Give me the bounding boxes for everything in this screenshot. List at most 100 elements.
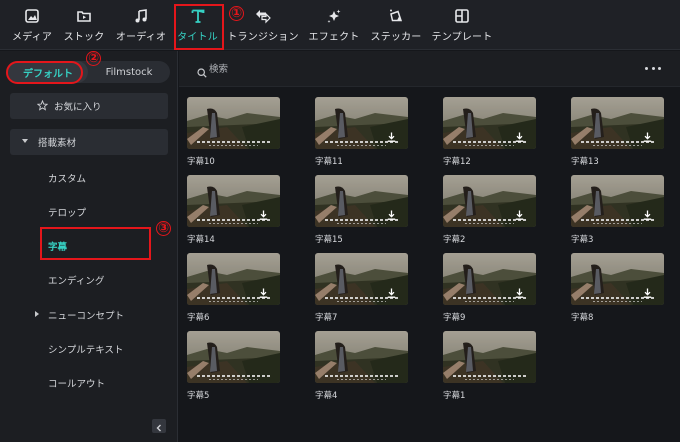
download-icon[interactable] <box>387 283 396 302</box>
title-card[interactable]: 字幕15 <box>315 175 408 245</box>
sidebar-item-favorites[interactable]: お気に入り <box>10 93 168 119</box>
title-card-label: 字幕2 <box>443 235 466 245</box>
title-card[interactable]: 字幕14 <box>187 175 280 245</box>
title-thumbnail <box>187 97 280 149</box>
caption-line <box>337 379 386 380</box>
title-card[interactable]: 字幕7 <box>315 253 408 323</box>
title-thumbnail <box>443 97 536 149</box>
title-card-label: 字幕14 <box>187 235 215 245</box>
caption-line <box>197 141 270 143</box>
star-icon <box>36 99 49 114</box>
download-icon[interactable] <box>387 205 396 224</box>
title-card-label: 字幕5 <box>187 391 210 401</box>
title-card[interactable]: 字幕4 <box>315 331 408 401</box>
caption-line <box>209 145 258 146</box>
tool-media[interactable]: メディア <box>5 0 59 50</box>
caret-right-icon <box>35 311 39 317</box>
title-card[interactable]: 字幕6 <box>187 253 280 323</box>
sidebar-group-builtin[interactable]: 搭載素材 <box>10 129 168 155</box>
download-icon[interactable] <box>643 283 652 302</box>
tool-label: エフェクト <box>308 31 360 43</box>
title-card-label: 字幕7 <box>315 313 338 323</box>
search-input[interactable] <box>209 59 509 79</box>
title-thumbnail <box>187 253 280 305</box>
title-card[interactable]: 字幕13 <box>571 97 664 167</box>
sticker-icon <box>388 8 404 28</box>
download-icon[interactable] <box>259 205 268 224</box>
download-icon[interactable] <box>259 283 268 302</box>
title-card[interactable]: 字幕5 <box>187 331 280 401</box>
title-card-label: 字幕10 <box>187 157 215 167</box>
sidebar-item-subtitles[interactable]: 字幕 <box>48 239 67 253</box>
title-thumbnail <box>187 331 280 383</box>
title-card-label: 字幕8 <box>571 313 594 323</box>
tool-label: タイトル <box>177 31 218 43</box>
content-panel: 字幕10 字幕11 字幕12 字幕13 字幕14 字幕15 字幕2 字幕3 字幕6 字幕7 字幕9 字… <box>179 51 680 442</box>
download-icon[interactable] <box>515 283 524 302</box>
caption-line <box>325 375 398 377</box>
title-card[interactable]: 字幕8 <box>571 253 664 323</box>
title-card[interactable]: 字幕3 <box>571 175 664 245</box>
caption-line <box>337 301 386 302</box>
title-thumbnail <box>443 331 536 383</box>
tool-effect[interactable]: エフェクト <box>306 0 362 50</box>
caption-line <box>593 145 642 146</box>
media-icon <box>24 8 40 28</box>
title-card-label: 字幕9 <box>443 313 466 323</box>
download-icon[interactable] <box>643 127 652 146</box>
tool-label: トランジション <box>227 31 299 43</box>
title-card-label: 字幕6 <box>187 313 210 323</box>
caption-line <box>209 379 258 380</box>
download-icon[interactable] <box>515 127 524 146</box>
dot-icon <box>651 66 655 70</box>
tool-stock[interactable]: ストック <box>60 0 108 50</box>
title-card[interactable]: 字幕12 <box>443 97 536 167</box>
stock-icon <box>76 8 92 28</box>
tool-sticker[interactable]: ステッカー <box>368 0 424 50</box>
sidebar-item-new-concept[interactable]: ニューコンセプト <box>35 308 125 322</box>
download-icon[interactable] <box>387 127 396 146</box>
title-thumbnail <box>315 253 408 305</box>
caption-line <box>209 223 258 224</box>
tab-default[interactable]: デフォルト <box>8 61 88 83</box>
new-concept-label: ニューコンセプト <box>48 311 125 322</box>
title-thumbnail <box>443 253 536 305</box>
title-card[interactable]: 字幕11 <box>315 97 408 167</box>
title-card-label: 字幕3 <box>571 235 594 245</box>
download-icon[interactable] <box>515 205 524 224</box>
more-options-button[interactable] <box>645 63 661 73</box>
tool-label: オーディオ <box>115 31 167 43</box>
caret-down-icon <box>22 139 28 143</box>
download-icon[interactable] <box>643 205 652 224</box>
title-card[interactable]: 字幕9 <box>443 253 536 323</box>
title-thumbnail <box>571 175 664 227</box>
title-card-label: 字幕4 <box>315 391 338 401</box>
title-card[interactable]: 字幕2 <box>443 175 536 245</box>
caption-line <box>453 375 526 377</box>
sidebar-item-custom[interactable]: カスタム <box>48 171 86 185</box>
tool-title[interactable]: タイトル <box>174 0 221 50</box>
search-icon <box>197 63 207 82</box>
annotation-number-3: ③ <box>156 221 171 236</box>
sidebar: デフォルト Filmstock お気に入り 搭載素材 カスタム テロップ 字幕 … <box>0 51 178 442</box>
collapse-sidebar-button[interactable] <box>152 419 166 433</box>
title-card-label: 字幕13 <box>571 157 599 167</box>
title-card-label: 字幕11 <box>315 157 343 167</box>
sidebar-item-telop[interactable]: テロップ <box>48 205 86 219</box>
tool-template[interactable]: テンプレート <box>429 0 495 50</box>
tool-audio[interactable]: オーディオ <box>113 0 169 50</box>
sidebar-item-ending[interactable]: エンディング <box>48 273 104 287</box>
sidebar-item-simple-text[interactable]: シンプルテキスト <box>48 342 123 356</box>
title-card-label: 字幕12 <box>443 157 471 167</box>
caption-line <box>197 375 270 377</box>
favorites-label: お気に入り <box>54 102 102 113</box>
title-card[interactable]: 字幕10 <box>187 97 280 167</box>
tab-filmstock[interactable]: Filmstock <box>88 61 170 83</box>
music-note-icon <box>133 8 149 28</box>
title-thumbnail <box>571 253 664 305</box>
title-card[interactable]: 字幕1 <box>443 331 536 401</box>
caption-line <box>337 223 386 224</box>
annotation-number-1: ① <box>229 6 244 21</box>
sidebar-item-callout[interactable]: コールアウト <box>48 376 105 390</box>
template-icon <box>454 8 470 28</box>
